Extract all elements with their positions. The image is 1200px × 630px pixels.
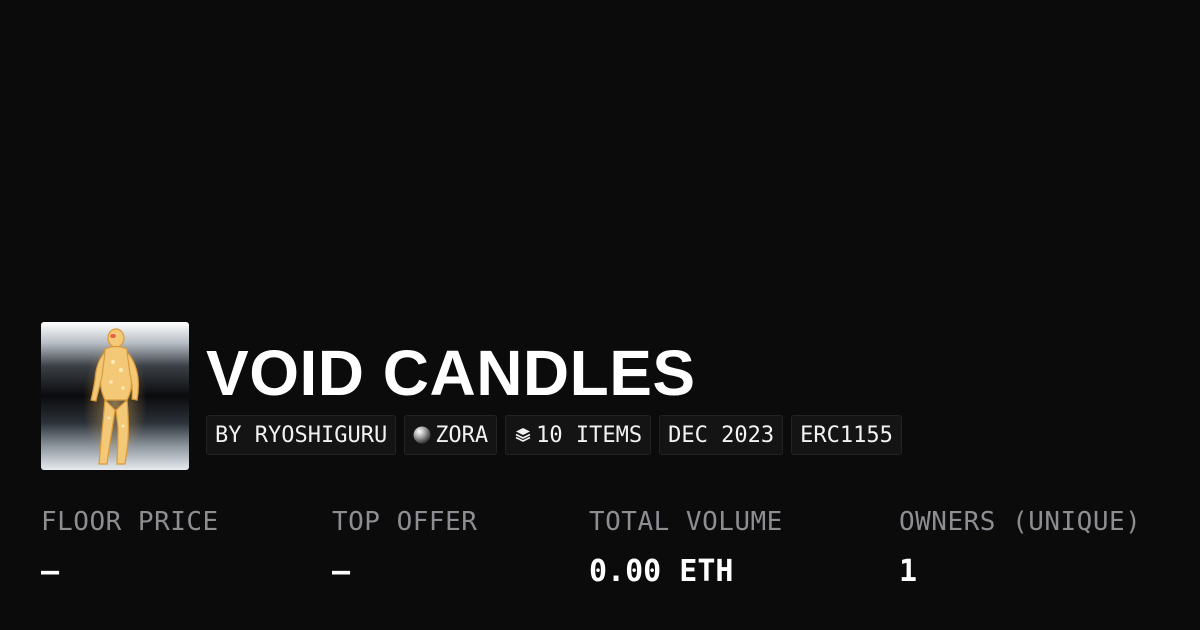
stat-owners: OWNERS (UNIQUE) 1 xyxy=(899,505,1141,589)
stat-total-volume: TOTAL VOLUME 0.00 ETH xyxy=(589,505,783,589)
collection-title: VOID CANDLES xyxy=(206,337,696,409)
zora-orb-icon xyxy=(413,426,431,444)
chain-tag[interactable]: ZORA xyxy=(404,415,498,455)
collection-share-card: VOID CANDLES BY RYOSHIGURU ZORA 10 ITEMS… xyxy=(0,0,1200,630)
stat-floor-price: FLOOR PRICE – xyxy=(41,505,219,589)
collection-stats: FLOOR PRICE – TOP OFFER – TOTAL VOLUME 0… xyxy=(0,505,1200,605)
date-tag[interactable]: DEC 2023 xyxy=(659,415,784,455)
stat-label: TOP OFFER xyxy=(332,507,478,537)
stat-value: 0.00 ETH xyxy=(589,554,734,589)
date-tag-label: DEC 2023 xyxy=(668,422,775,448)
stat-value: – xyxy=(41,554,60,589)
chain-tag-label: ZORA xyxy=(435,422,489,448)
layers-icon xyxy=(514,426,532,444)
items-count-tag[interactable]: 10 ITEMS xyxy=(505,415,652,455)
stat-value: – xyxy=(332,554,351,589)
stat-value: 1 xyxy=(899,554,918,589)
collection-thumbnail xyxy=(41,322,189,470)
stat-label: TOTAL VOLUME xyxy=(589,507,783,537)
creator-tag[interactable]: BY RYOSHIGURU xyxy=(206,415,397,455)
stat-label: FLOOR PRICE xyxy=(41,507,219,537)
collection-tags: BY RYOSHIGURU ZORA 10 ITEMS DEC 2023 ERC… xyxy=(206,415,902,455)
creator-tag-label: BY RYOSHIGURU xyxy=(215,422,388,448)
candle-figure-artwork xyxy=(41,322,189,470)
stat-label: OWNERS (UNIQUE) xyxy=(899,507,1142,537)
standard-tag-label: ERC1155 xyxy=(800,422,893,448)
stat-top-offer: TOP OFFER – xyxy=(332,505,477,589)
items-count-label: 10 ITEMS xyxy=(536,422,643,448)
standard-tag[interactable]: ERC1155 xyxy=(791,415,902,455)
